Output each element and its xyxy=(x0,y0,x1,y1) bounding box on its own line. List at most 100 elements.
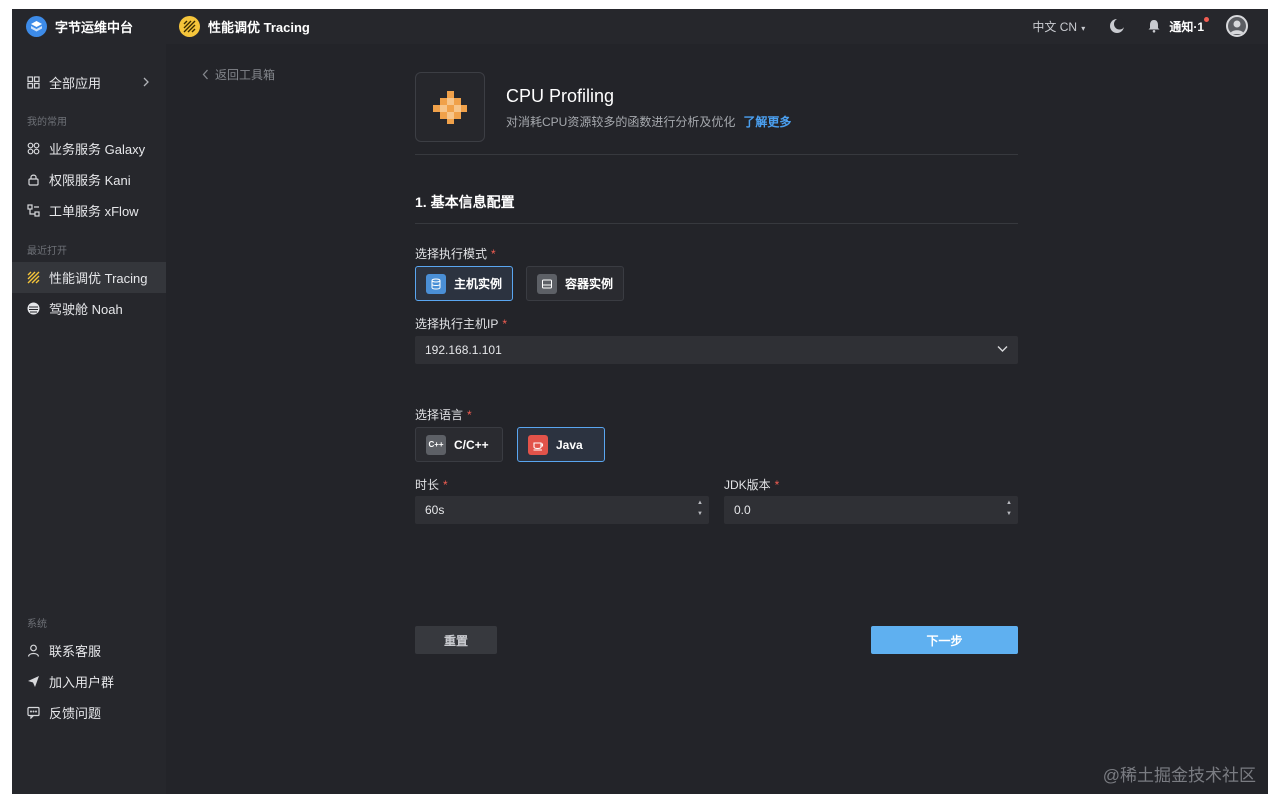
chevron-right-icon xyxy=(143,77,149,87)
language-option-cpp[interactable]: C++ C/C++ xyxy=(415,427,503,462)
language-option-label: C/C++ xyxy=(454,437,489,452)
brand-logo-icon xyxy=(26,16,47,37)
language-option-java[interactable]: Java xyxy=(517,427,605,462)
sidebar-item-noah[interactable]: 驾驶舱 Noah xyxy=(12,293,166,324)
chevron-down-icon xyxy=(997,346,1008,352)
jdk-version-label: JDK版本 * xyxy=(724,476,779,493)
sidebar-item-contact[interactable]: 联系客服 xyxy=(12,635,166,666)
sidebar-item-label: 业务服务 Galaxy xyxy=(49,142,146,157)
galaxy-icon xyxy=(27,142,40,155)
bell-icon xyxy=(1148,20,1160,33)
mode-option-label: 容器实例 xyxy=(565,277,614,291)
sidebar-item-label: 驾驶舱 Noah xyxy=(49,302,123,317)
user-icon xyxy=(27,644,40,657)
host-ip-label: 选择执行主机IP * xyxy=(415,315,507,332)
reset-button[interactable]: 重置 xyxy=(415,626,497,654)
app-window: 字节运维中台 性能调优 Tracing 中文 CN ▾ 通知·1 全部应用 我的… xyxy=(12,9,1268,794)
theme-toggle-icon[interactable] xyxy=(1109,18,1126,34)
lock-icon xyxy=(27,173,40,186)
cpp-icon: C++ xyxy=(426,434,446,455)
language-label-text: 选择语言 xyxy=(415,408,464,422)
watermark: @稀土掘金技术社区 xyxy=(1102,766,1256,785)
divider xyxy=(415,154,1018,155)
required-marker: * xyxy=(443,478,448,492)
jdk-version-input[interactable]: 0.0 ▲ ▼ xyxy=(724,496,1018,524)
duration-stepper[interactable]: ▲ ▼ xyxy=(697,500,703,518)
flow-icon xyxy=(27,204,40,217)
notification-button[interactable]: 通知·1 xyxy=(1147,16,1209,35)
sidebar-item-label: 性能调优 Tracing xyxy=(49,271,148,286)
next-step-button[interactable]: 下一步 xyxy=(871,626,1018,654)
duration-value: 60s xyxy=(425,503,445,517)
brand[interactable]: 字节运维中台 xyxy=(26,16,133,37)
sidebar: 全部应用 我的常用 业务服务 Galaxy 权限服务 Kani 工单服务 xFl… xyxy=(12,44,166,794)
database-icon xyxy=(426,273,446,294)
stepper-up-icon[interactable]: ▲ xyxy=(1006,500,1012,507)
duration-label: 时长 * xyxy=(415,476,448,493)
tool-description-text: 对消耗CPU资源较多的函数进行分析及优化 xyxy=(506,115,736,129)
host-ip-select[interactable]: 192.168.1.101 xyxy=(415,336,1018,364)
required-marker: * xyxy=(774,478,780,492)
cpu-profiling-icon xyxy=(415,72,485,142)
sidebar-item-label: 反馈问题 xyxy=(49,706,102,721)
app-title: 性能调优 Tracing xyxy=(208,20,310,35)
section-title: 1. 基本信息配置 xyxy=(415,194,515,210)
jdk-version-label-text: JDK版本 xyxy=(724,478,771,492)
brand-title: 字节运维中台 xyxy=(55,20,134,35)
language-label: 选择语言 * xyxy=(415,406,472,423)
drive-icon xyxy=(537,273,557,294)
required-marker: * xyxy=(502,317,508,331)
feedback-icon xyxy=(27,706,40,720)
java-icon xyxy=(528,434,548,455)
chevron-left-icon xyxy=(202,69,208,80)
learn-more-link[interactable]: 了解更多 xyxy=(743,115,791,129)
sidebar-item-xflow[interactable]: 工单服务 xFlow xyxy=(12,195,166,226)
sidebar-group-frequent: 我的常用 xyxy=(27,117,67,128)
host-ip-label-text: 选择执行主机IP xyxy=(415,317,499,331)
sidebar-item-label: 权限服务 Kani xyxy=(49,173,131,188)
mode-option-host[interactable]: 主机实例 xyxy=(415,266,513,301)
mode-option-label: 主机实例 xyxy=(454,277,503,291)
caret-down-icon: ▾ xyxy=(1079,23,1086,33)
sidebar-item-label: 联系客服 xyxy=(49,644,102,659)
mode-label-text: 选择执行模式 xyxy=(415,247,488,261)
sidebar-group-recent: 最近打开 xyxy=(27,246,67,257)
sidebar-item-tracing[interactable]: 性能调优 Tracing xyxy=(12,262,166,293)
host-ip-value: 192.168.1.101 xyxy=(425,343,502,357)
mode-option-container[interactable]: 容器实例 xyxy=(526,266,624,301)
language-option-label: Java xyxy=(556,437,583,452)
sidebar-group-system: 系统 xyxy=(27,619,47,630)
language-switcher[interactable]: 中文 CN ▾ xyxy=(1032,18,1085,35)
sidebar-item-join-group[interactable]: 加入用户群 xyxy=(12,666,166,697)
tracing-logo-icon xyxy=(179,16,200,37)
sidebar-item-label: 全部应用 xyxy=(49,76,102,91)
divider xyxy=(415,223,1018,224)
duration-label-text: 时长 xyxy=(415,478,440,492)
sidebar-item-kani[interactable]: 权限服务 Kani xyxy=(12,164,166,195)
duration-input[interactable]: 60s ▲ ▼ xyxy=(415,496,709,524)
tool-title: CPU Profiling xyxy=(506,86,615,106)
noah-icon xyxy=(27,302,40,315)
top-bar: 字节运维中台 性能调优 Tracing 中文 CN ▾ 通知·1 xyxy=(12,9,1268,44)
stepper-down-icon[interactable]: ▼ xyxy=(1006,511,1012,518)
language-label: 中文 CN xyxy=(1032,19,1078,34)
required-marker: * xyxy=(491,247,496,261)
current-app[interactable]: 性能调优 Tracing xyxy=(179,16,310,37)
send-icon xyxy=(27,675,40,688)
sidebar-item-label: 工单服务 xFlow xyxy=(49,204,139,219)
stepper-down-icon[interactable]: ▼ xyxy=(697,511,703,518)
sidebar-item-feedback[interactable]: 反馈问题 xyxy=(12,697,166,728)
notification-label: 通知·1 xyxy=(1169,19,1204,34)
tool-description: 对消耗CPU资源较多的函数进行分析及优化 了解更多 xyxy=(506,113,791,130)
grid-icon xyxy=(27,76,40,89)
stepper-up-icon[interactable]: ▲ xyxy=(697,500,703,507)
back-label: 返回工具箱 xyxy=(215,68,276,82)
back-to-toolbox-link[interactable]: 返回工具箱 xyxy=(202,66,275,83)
notification-dot xyxy=(1204,16,1209,22)
sidebar-item-galaxy[interactable]: 业务服务 Galaxy xyxy=(12,133,166,164)
required-marker: * xyxy=(467,408,472,422)
jdk-version-value: 0.0 xyxy=(734,503,751,517)
avatar[interactable] xyxy=(1226,15,1248,37)
jdk-version-stepper[interactable]: ▲ ▼ xyxy=(1006,500,1012,518)
sidebar-item-all-apps[interactable]: 全部应用 xyxy=(12,67,166,98)
